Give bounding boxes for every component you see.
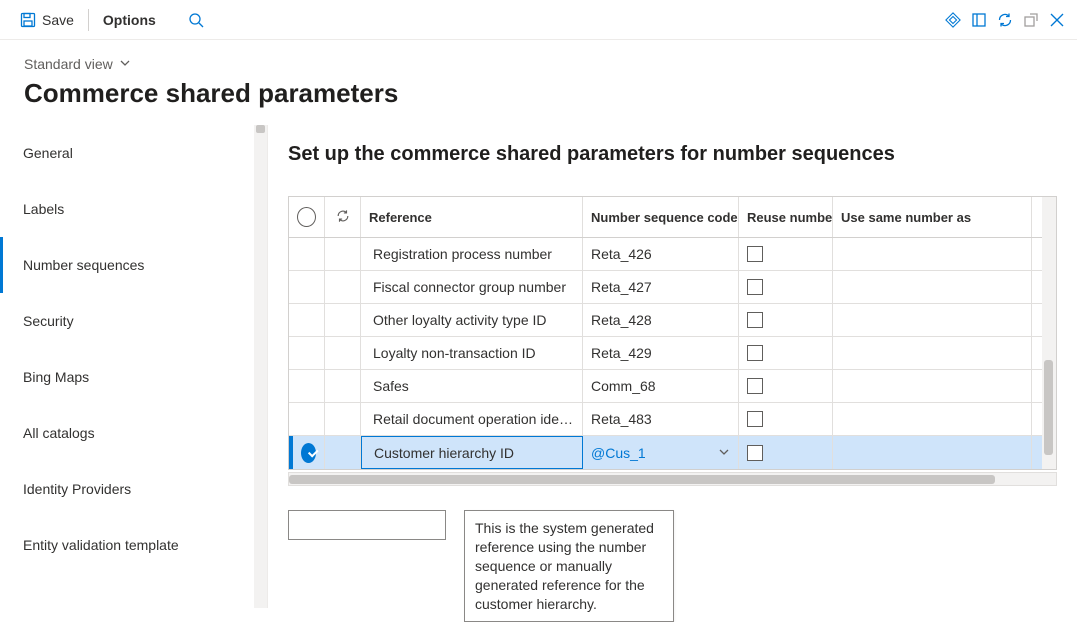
- column-header-usesame[interactable]: Use same number as: [833, 197, 1032, 237]
- sidebar-item[interactable]: Security: [0, 293, 267, 349]
- column-header-reference[interactable]: Reference: [361, 197, 583, 237]
- row-spacer: [325, 337, 361, 369]
- cell-reference[interactable]: Other loyalty activity type ID: [361, 304, 583, 336]
- cell-reference[interactable]: Registration process number: [361, 238, 583, 270]
- sidebar-item[interactable]: Bing Maps: [0, 349, 267, 405]
- table-row[interactable]: Customer hierarchy ID@Cus_1: [289, 436, 1056, 469]
- cell-reuse[interactable]: [739, 337, 833, 369]
- row-spacer: [325, 436, 361, 469]
- cell-usesame[interactable]: [833, 436, 1032, 469]
- save-icon: [20, 12, 36, 28]
- row-select[interactable]: [293, 337, 325, 369]
- cell-reuse[interactable]: [739, 436, 833, 469]
- search-icon: [188, 12, 204, 28]
- cell-code[interactable]: Reta_428: [583, 304, 739, 336]
- column-header-code[interactable]: Number sequence code: [583, 197, 739, 237]
- cell-reference[interactable]: Retail document operation iden…: [361, 403, 583, 435]
- section-title: Set up the commerce shared parameters fo…: [288, 143, 1057, 166]
- chevron-down-icon[interactable]: [718, 445, 730, 461]
- table-row[interactable]: Fiscal connector group numberReta_427: [289, 271, 1056, 304]
- close-icon[interactable]: [1049, 12, 1065, 28]
- popout-icon[interactable]: [1023, 12, 1039, 28]
- cell-reference[interactable]: Fiscal connector group number: [361, 271, 583, 303]
- table-row[interactable]: Retail document operation iden…Reta_483: [289, 403, 1056, 436]
- sidebar-item[interactable]: Identity Providers: [0, 461, 267, 517]
- sidebar-item[interactable]: General: [0, 125, 267, 181]
- cell-reuse[interactable]: [739, 271, 833, 303]
- refresh-icon[interactable]: [997, 12, 1013, 28]
- cell-code[interactable]: Reta_483: [583, 403, 739, 435]
- row-spacer: [325, 370, 361, 402]
- attach-icon[interactable]: [945, 12, 961, 28]
- cell-reuse[interactable]: [739, 238, 833, 270]
- row-select[interactable]: [293, 370, 325, 402]
- column-header-reuse[interactable]: Reuse numbers: [739, 197, 833, 237]
- table-row[interactable]: Loyalty non-transaction IDReta_429: [289, 337, 1056, 370]
- content-area: Set up the commerce shared parameters fo…: [268, 125, 1077, 608]
- sidebar-item[interactable]: Labels: [0, 181, 267, 237]
- cell-reference[interactable]: Loyalty non-transaction ID: [361, 337, 583, 369]
- page-title: Commerce shared parameters: [0, 74, 1077, 125]
- row-select[interactable]: [293, 403, 325, 435]
- grid-vertical-scrollbar[interactable]: [1042, 197, 1056, 469]
- cell-usesame[interactable]: [833, 370, 1032, 402]
- grid-horizontal-scrollbar[interactable]: [288, 472, 1057, 486]
- data-grid: Reference Number sequence code Reuse num…: [288, 196, 1057, 470]
- row-spacer: [325, 403, 361, 435]
- top-toolbar: Save Options: [0, 0, 1077, 40]
- cell-code[interactable]: Reta_427: [583, 271, 739, 303]
- row-select[interactable]: [293, 436, 325, 469]
- cell-usesame[interactable]: [833, 403, 1032, 435]
- save-button[interactable]: Save: [12, 8, 82, 32]
- sidebar-scrollbar[interactable]: [254, 125, 267, 608]
- save-label: Save: [42, 12, 74, 28]
- tooltip: This is the system generated reference u…: [464, 510, 674, 622]
- row-spacer: [325, 271, 361, 303]
- cell-usesame[interactable]: [833, 304, 1032, 336]
- search-button[interactable]: [180, 8, 212, 32]
- options-label: Options: [103, 12, 156, 28]
- select-all-checkbox[interactable]: [289, 197, 325, 237]
- view-selector[interactable]: Standard view: [0, 40, 1077, 74]
- cell-code[interactable]: Reta_429: [583, 337, 739, 369]
- sidebar: GeneralLabelsNumber sequencesSecurityBin…: [0, 125, 268, 608]
- cell-reference[interactable]: Customer hierarchy ID: [361, 436, 583, 469]
- cell-code[interactable]: Reta_426: [583, 238, 739, 270]
- table-row[interactable]: Registration process numberReta_426: [289, 238, 1056, 271]
- cell-usesame[interactable]: [833, 337, 1032, 369]
- cell-reference[interactable]: Safes: [361, 370, 583, 402]
- cell-code[interactable]: @Cus_1: [583, 436, 739, 469]
- cell-code[interactable]: Comm_68: [583, 370, 739, 402]
- cell-reuse[interactable]: [739, 370, 833, 402]
- cell-reuse[interactable]: [739, 304, 833, 336]
- row-select[interactable]: [293, 271, 325, 303]
- view-label: Standard view: [24, 56, 113, 72]
- refresh-small-icon: [336, 209, 350, 226]
- table-row[interactable]: SafesComm_68: [289, 370, 1056, 403]
- refresh-column[interactable]: [325, 197, 361, 237]
- row-select[interactable]: [293, 238, 325, 270]
- main-area: GeneralLabelsNumber sequencesSecurityBin…: [0, 125, 1077, 608]
- sidebar-item[interactable]: Entity validation template: [0, 517, 267, 573]
- options-button[interactable]: Options: [95, 8, 164, 32]
- row-spacer: [325, 304, 361, 336]
- sidebar-item[interactable]: All catalogs: [0, 405, 267, 461]
- row-spacer: [325, 238, 361, 270]
- filter-input[interactable]: [288, 510, 446, 540]
- table-row[interactable]: Other loyalty activity type IDReta_428: [289, 304, 1056, 337]
- grid-header: Reference Number sequence code Reuse num…: [289, 197, 1056, 238]
- cell-usesame[interactable]: [833, 271, 1032, 303]
- row-select[interactable]: [293, 304, 325, 336]
- chevron-down-icon: [119, 56, 131, 72]
- cell-usesame[interactable]: [833, 238, 1032, 270]
- office-icon[interactable]: [971, 12, 987, 28]
- cell-reuse[interactable]: [739, 403, 833, 435]
- sidebar-item[interactable]: Number sequences: [0, 237, 267, 293]
- toolbar-divider: [88, 9, 89, 31]
